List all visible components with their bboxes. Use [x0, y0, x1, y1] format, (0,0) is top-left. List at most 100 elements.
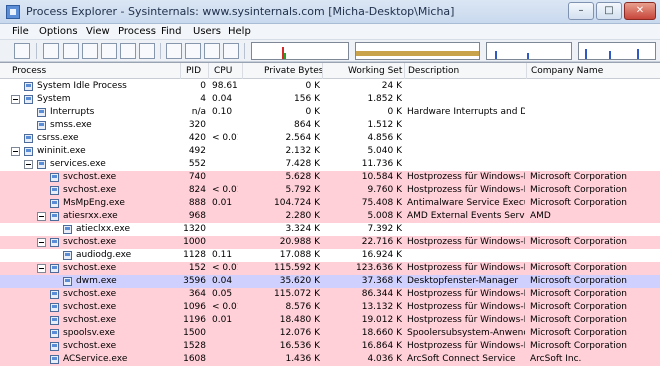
process-company: Microsoft Corporation: [530, 315, 627, 325]
collapse-toggle-icon[interactable]: [24, 160, 33, 169]
process-row[interactable]: smss.exe 320 864 K 1.512 K: [0, 119, 660, 132]
column-header: Process PID CPU Private Bytes Working Se…: [0, 63, 660, 79]
process-description: Desktopfenster-Manager: [407, 276, 519, 286]
process-row[interactable]: Interrupts n/a 0.10 0 K 0 K Hardware Interrup…: [0, 106, 660, 119]
process-row[interactable]: dwm.exe 3596 0.04 35.620 K 37.368 K Desktopfe…: [0, 275, 660, 288]
process-private-bytes: 5.792 K: [285, 185, 320, 195]
process-name: svchost.exe: [63, 302, 117, 312]
process-company: Microsoft Corporation: [530, 198, 627, 208]
column-description[interactable]: Description: [408, 66, 459, 76]
process-pid: 888: [188, 198, 206, 208]
process-row[interactable]: svchost.exe 1528 16.536 K 16.864 K Hostproze…: [0, 340, 660, 353]
process-row[interactable]: audiodg.exe 1128 0.11 17.088 K 16.924 K: [0, 249, 660, 262]
view-dlls-icon[interactable]: [139, 43, 155, 59]
column-separator[interactable]: [404, 63, 405, 79]
column-company-name[interactable]: Company Name: [531, 66, 603, 76]
kill-process-icon[interactable]: [166, 43, 182, 59]
menu-view[interactable]: View: [86, 26, 110, 37]
show-process-tree-icon[interactable]: [101, 43, 117, 59]
menu-process[interactable]: Process: [118, 26, 156, 37]
process-icon: [37, 108, 46, 117]
process-cpu: < 0.01: [212, 263, 238, 273]
column-separator[interactable]: [526, 63, 527, 79]
process-row[interactable]: MsMpEng.exe 888 0.01 104.724 K 75.408 K Antim…: [0, 197, 660, 210]
process-row[interactable]: svchost.exe 824 < 0.01 5.792 K 9.760 K Hostpr…: [0, 184, 660, 197]
target-crosshair-icon[interactable]: [223, 43, 239, 59]
properties-icon[interactable]: [82, 43, 98, 59]
column-separator[interactable]: [322, 63, 323, 79]
show-lower-pane-icon[interactable]: [120, 43, 136, 59]
cpu-graph[interactable]: [251, 42, 349, 60]
system-information-icon[interactable]: [63, 43, 79, 59]
menu-find[interactable]: Find: [161, 26, 182, 37]
collapse-toggle-icon[interactable]: [11, 95, 20, 104]
column-separator[interactable]: [242, 63, 243, 79]
process-pid: 1128: [183, 250, 206, 260]
process-description: Hostprozess für Windows-Di...: [407, 172, 525, 182]
process-row[interactable]: atiesrxx.exe 968 2.280 K 5.008 K AMD Externa…: [0, 210, 660, 223]
column-pid[interactable]: PID: [186, 66, 201, 76]
process-private-bytes: 0 K: [305, 107, 321, 117]
close-handle-icon[interactable]: [185, 43, 201, 59]
network-spike: [637, 49, 639, 59]
process-pid: 3596: [183, 276, 206, 286]
process-row[interactable]: spoolsv.exe 1500 12.076 K 18.660 K Spoolersu…: [0, 327, 660, 340]
process-name: Interrupts: [50, 107, 95, 117]
column-cpu[interactable]: CPU: [214, 66, 232, 76]
process-row[interactable]: svchost.exe 1000 20.988 K 22.716 K Hostproze…: [0, 236, 660, 249]
process-row[interactable]: System 4 0.04 156 K 1.852 K: [0, 93, 660, 106]
process-row[interactable]: ACService.exe 1608 1.436 K 4.036 K ArcSoft C…: [0, 353, 660, 366]
column-separator[interactable]: [180, 63, 181, 79]
collapse-toggle-icon[interactable]: [37, 238, 46, 247]
menu-help[interactable]: Help: [228, 26, 251, 37]
network-graph[interactable]: [578, 42, 656, 60]
process-private-bytes: 17.088 K: [279, 250, 320, 260]
io-graph[interactable]: [486, 42, 572, 60]
process-row[interactable]: svchost.exe 1096 < 0.01 8.576 K 13.132 K Host…: [0, 301, 660, 314]
process-cpu: 98.61: [212, 81, 238, 91]
close-button[interactable]: ✕: [624, 2, 656, 20]
process-icon: [50, 342, 59, 351]
process-list[interactable]: Process PID CPU Private Bytes Working Se…: [0, 62, 660, 371]
column-working-set[interactable]: Working Set: [348, 66, 402, 76]
column-private-bytes[interactable]: Private Bytes: [264, 66, 324, 76]
menu-options[interactable]: Options: [39, 26, 78, 37]
process-row[interactable]: svchost.exe 152 < 0.01 115.592 K 123.636 K Ho…: [0, 262, 660, 275]
menu-file[interactable]: File: [12, 26, 29, 37]
process-cpu: < 0.01: [212, 133, 238, 143]
process-row[interactable]: atieclxx.exe 1320 3.324 K 7.392 K: [0, 223, 660, 236]
io-spike: [527, 53, 529, 59]
process-private-bytes: 3.324 K: [285, 224, 320, 234]
process-row[interactable]: svchost.exe 1196 0.01 18.480 K 19.012 K Hostp…: [0, 314, 660, 327]
process-row[interactable]: services.exe 552 7.428 K 11.736 K: [0, 158, 660, 171]
process-row[interactable]: csrss.exe 420 < 0.01 2.564 K 4.856 K: [0, 132, 660, 145]
process-company: Microsoft Corporation: [530, 341, 627, 351]
find-binoculars-icon[interactable]: [204, 43, 220, 59]
process-working-set: 5.008 K: [367, 211, 402, 221]
menu-users[interactable]: Users: [193, 26, 221, 37]
column-process[interactable]: Process: [12, 66, 46, 76]
process-description: Hostprozess für Windows-Di...: [407, 315, 525, 325]
process-icon: [37, 160, 46, 169]
process-name: svchost.exe: [63, 237, 117, 247]
process-name: MsMpEng.exe: [63, 198, 125, 208]
collapse-toggle-icon[interactable]: [11, 147, 20, 156]
process-working-set: 19.012 K: [361, 315, 402, 325]
maximize-button[interactable]: □: [596, 2, 622, 20]
minimize-button[interactable]: –: [568, 2, 594, 20]
toolbar-separator: [160, 43, 161, 59]
process-description: Hostprozess für Windows-Di...: [407, 302, 525, 312]
process-row[interactable]: wininit.exe 492 2.132 K 5.040 K: [0, 145, 660, 158]
column-separator[interactable]: [208, 63, 209, 79]
refresh-icon[interactable]: [43, 43, 59, 59]
process-company: ArcSoft Inc.: [530, 354, 582, 364]
process-row[interactable]: svchost.exe 740 5.628 K 10.584 K Hostprozess…: [0, 171, 660, 184]
save-icon[interactable]: [14, 43, 30, 59]
collapse-toggle-icon[interactable]: [37, 212, 46, 221]
process-row[interactable]: svchost.exe 364 0.05 115.072 K 86.344 K Hostp…: [0, 288, 660, 301]
process-row[interactable]: System Idle Process 0 98.61 0 K 24 K: [0, 80, 660, 93]
process-icon: [50, 186, 59, 195]
process-pid: 320: [188, 120, 206, 130]
memory-graph[interactable]: [355, 42, 480, 60]
collapse-toggle-icon[interactable]: [37, 264, 46, 273]
